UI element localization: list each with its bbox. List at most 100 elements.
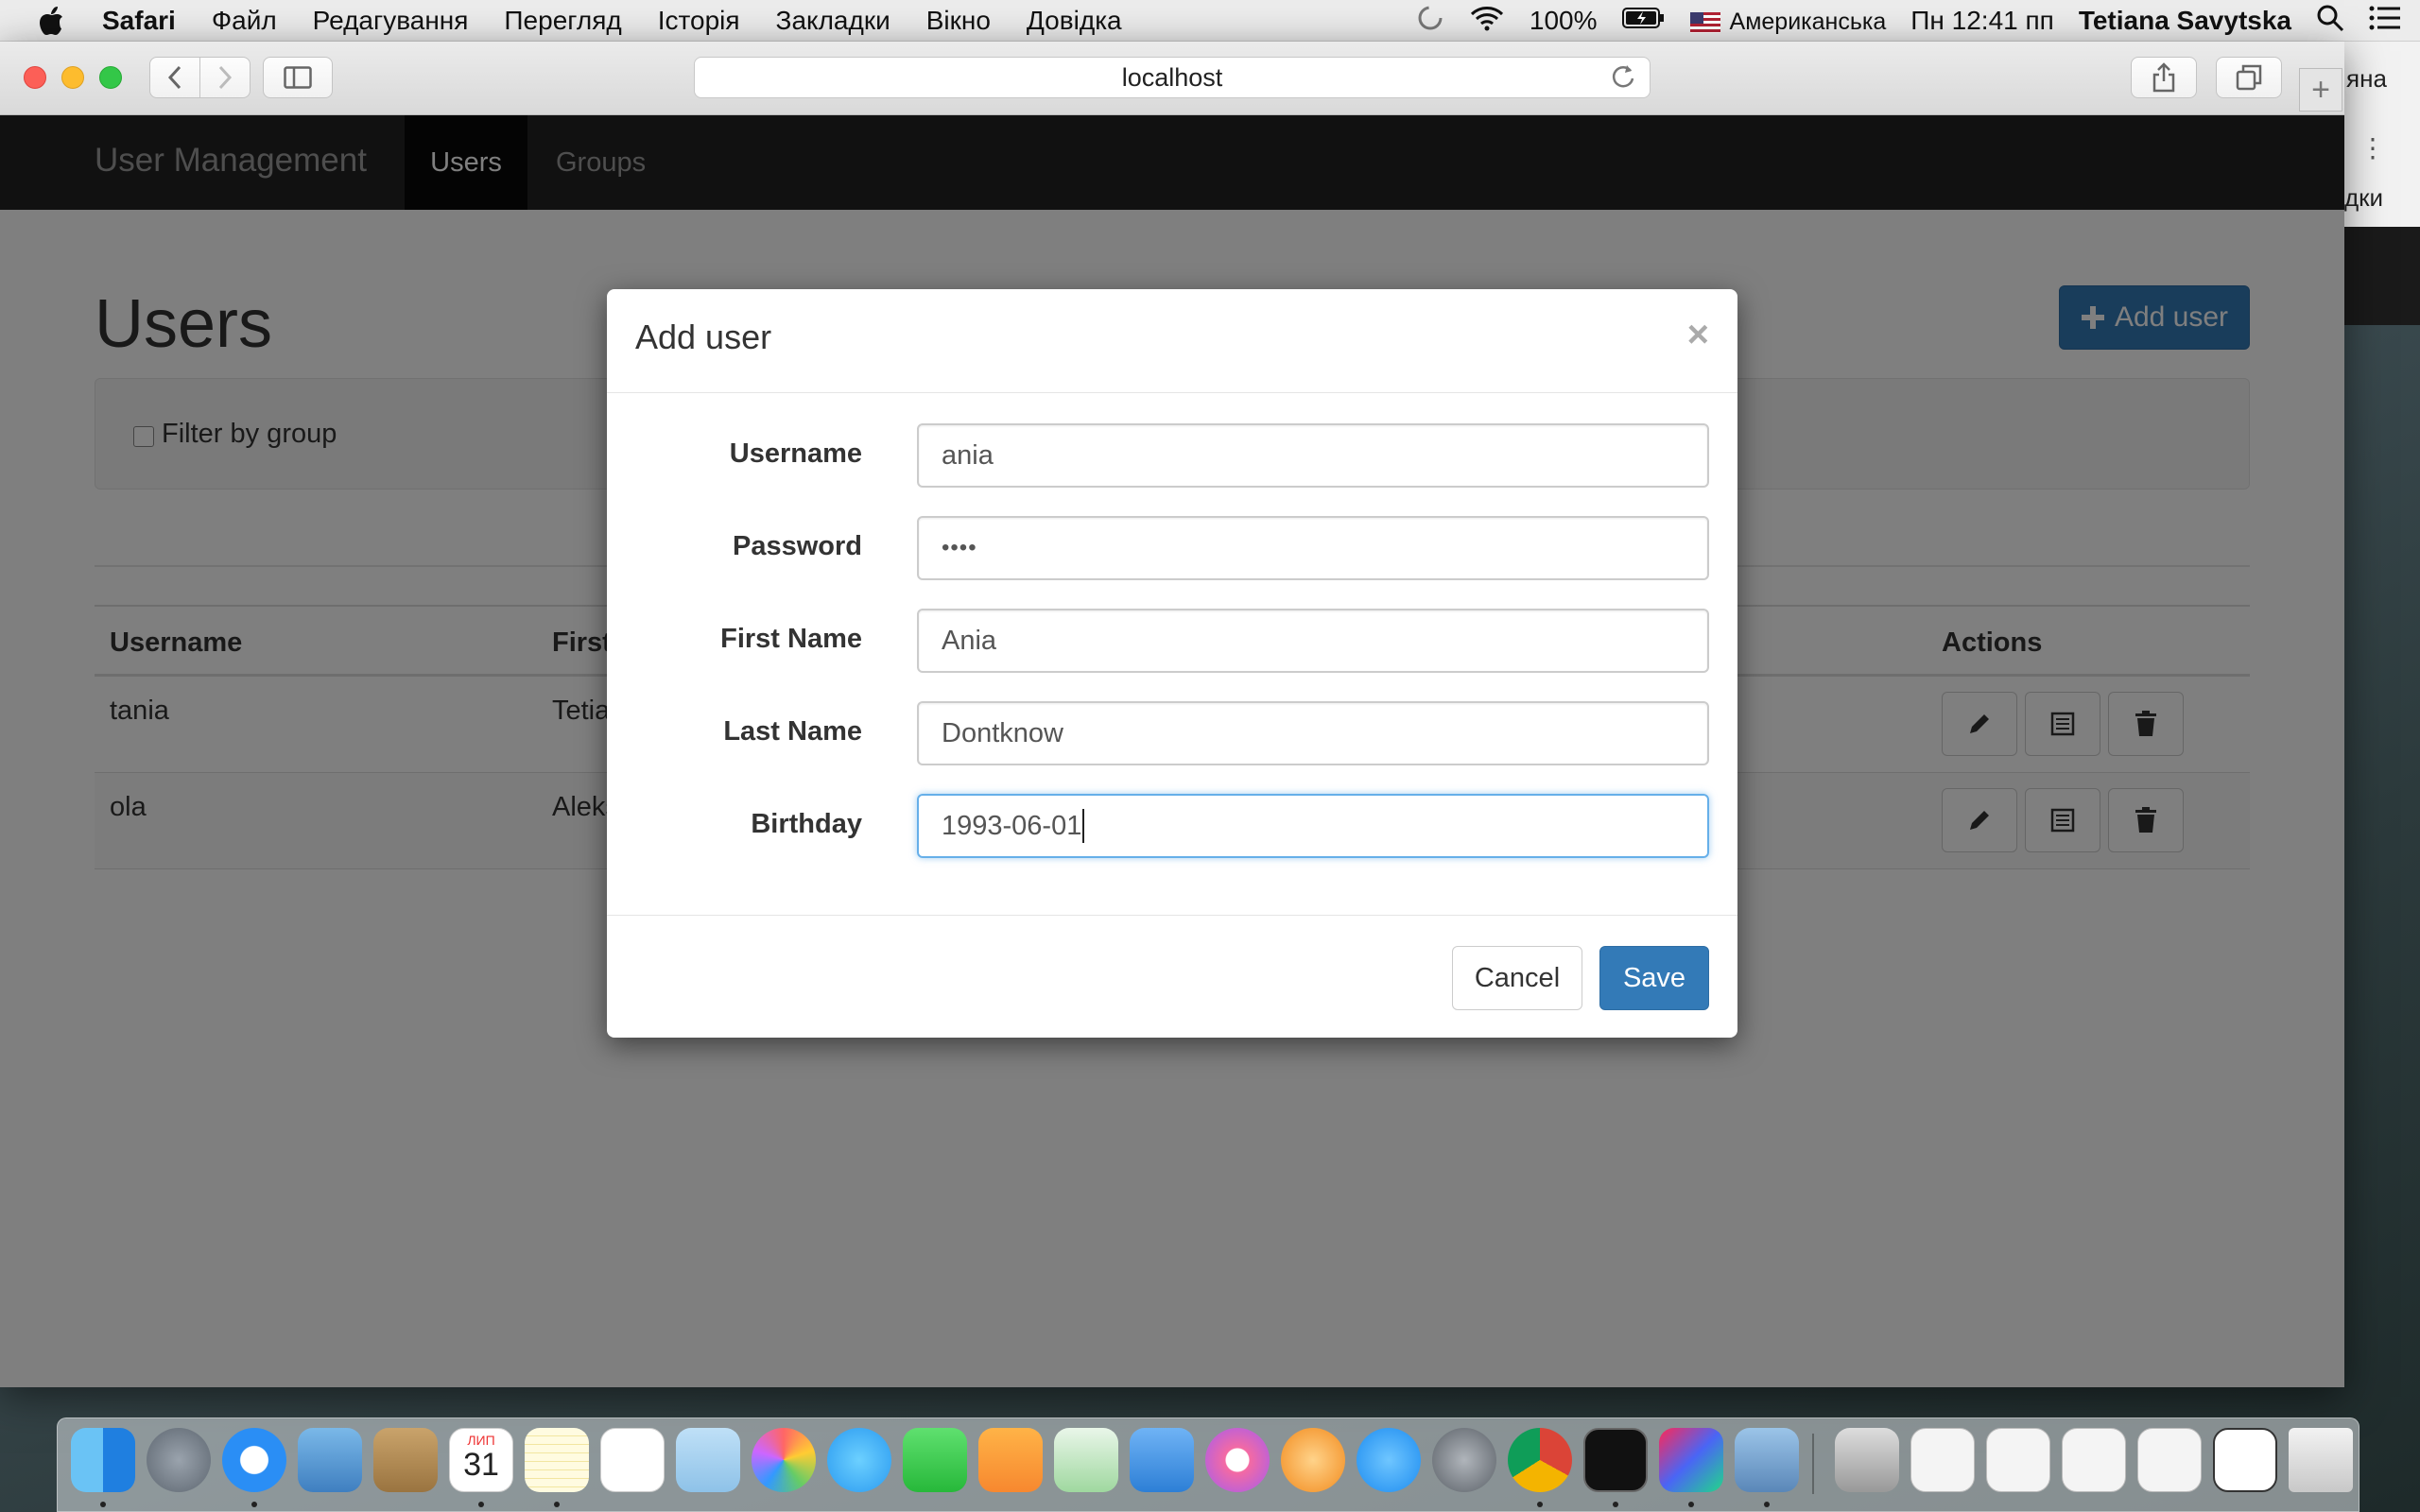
- plus-icon: +: [2311, 71, 2330, 108]
- window-minimize-button[interactable]: [61, 66, 84, 89]
- address-text: localhost: [1121, 62, 1223, 92]
- password-label: Password: [733, 531, 862, 561]
- last-name-value: Dontknow: [942, 717, 1063, 748]
- running-indicator: [478, 1502, 484, 1507]
- minimized-window-thumbnail[interactable]: [2062, 1428, 2126, 1492]
- calendar-icon[interactable]: ЛИП 31: [449, 1428, 513, 1492]
- form-row-username: Username ania: [607, 423, 1737, 488]
- terminal-icon[interactable]: [1583, 1428, 1648, 1492]
- notes-icon[interactable]: [525, 1428, 589, 1492]
- ibooks-icon[interactable]: [1281, 1428, 1345, 1492]
- trash-icon[interactable]: [2289, 1428, 2353, 1492]
- sidebar-toggle-button[interactable]: [263, 57, 333, 98]
- menu-edit[interactable]: Редагування: [313, 6, 469, 36]
- password-value: ••••: [942, 535, 977, 560]
- cancel-button[interactable]: Cancel: [1452, 946, 1582, 1010]
- minimized-window-thumbnail[interactable]: [2137, 1428, 2202, 1492]
- calendar-day: 31: [463, 1447, 499, 1483]
- notification-center-icon[interactable]: [2369, 6, 2401, 37]
- close-icon[interactable]: ×: [1687, 314, 1709, 356]
- birthday-value: 1993-06-01: [942, 810, 1082, 841]
- share-button[interactable]: [2131, 57, 2197, 98]
- window-zoom-button[interactable]: [99, 66, 122, 89]
- window-close-button[interactable]: [24, 66, 46, 89]
- menu-history[interactable]: Історія: [658, 6, 740, 36]
- modal-footer: Cancel Save: [607, 915, 1737, 1038]
- running-indicator: [1764, 1502, 1770, 1507]
- menu-bookmarks[interactable]: Закладки: [776, 6, 890, 36]
- user-menu[interactable]: Tetiana Savytska: [2079, 6, 2291, 36]
- background-window-dark-area: [2344, 227, 2420, 325]
- modal-header: Add user ×: [607, 289, 1737, 393]
- menu-view[interactable]: Перегляд: [504, 6, 621, 36]
- apple-icon[interactable]: [38, 6, 76, 35]
- address-bar[interactable]: localhost: [694, 57, 1651, 98]
- launchpad-icon[interactable]: [147, 1428, 211, 1492]
- pages-icon[interactable]: [978, 1428, 1043, 1492]
- sidebar-icon: [284, 66, 312, 89]
- add-user-modal: Add user × Username ania Password •••• F…: [607, 289, 1737, 1038]
- running-indicator: [100, 1502, 106, 1507]
- menu-help[interactable]: Довідка: [1027, 6, 1122, 36]
- facetime-icon[interactable]: [903, 1428, 967, 1492]
- menu-file[interactable]: Файл: [212, 6, 277, 36]
- new-tab-button[interactable]: +: [2299, 68, 2342, 112]
- back-button[interactable]: [149, 57, 200, 98]
- intellij-icon[interactable]: [1659, 1428, 1723, 1492]
- form-row-last-name: Last Name Dontknow: [607, 701, 1737, 765]
- minimized-window-thumbnail[interactable]: [1910, 1428, 1975, 1492]
- input-source[interactable]: Американська: [1689, 6, 1886, 36]
- chevron-left-icon: [167, 65, 182, 90]
- photos-icon[interactable]: [752, 1428, 816, 1492]
- reload-icon[interactable]: [1610, 63, 1636, 96]
- itunes-icon[interactable]: [1205, 1428, 1270, 1492]
- calendar-widget-icon[interactable]: [676, 1428, 740, 1492]
- running-indicator: [1688, 1502, 1694, 1507]
- modal-title: Add user: [635, 318, 772, 356]
- finder-icon[interactable]: [71, 1428, 135, 1492]
- preview-icon[interactable]: [1735, 1428, 1799, 1492]
- wifi-icon[interactable]: [1469, 5, 1505, 38]
- chrome-icon[interactable]: [1508, 1428, 1572, 1492]
- minimized-window-thumbnail[interactable]: [1986, 1428, 2050, 1492]
- numbers-icon[interactable]: [1054, 1428, 1118, 1492]
- spotlight-icon[interactable]: [2316, 4, 2344, 39]
- safari-icon[interactable]: [222, 1428, 286, 1492]
- username-value: ania: [942, 439, 994, 471]
- cancel-label: Cancel: [1474, 962, 1561, 993]
- password-input[interactable]: ••••: [917, 516, 1709, 580]
- clock[interactable]: Пн 12:41 пп: [1910, 6, 2054, 36]
- system-preferences-icon[interactable]: [1432, 1428, 1496, 1492]
- last-name-input[interactable]: Dontknow: [917, 701, 1709, 765]
- app-store-icon[interactable]: [1357, 1428, 1421, 1492]
- first-name-input[interactable]: Ania: [917, 609, 1709, 673]
- battery-icon[interactable]: [1621, 6, 1666, 36]
- us-flag-icon: [1689, 11, 1720, 33]
- chevron-right-icon: [218, 65, 233, 90]
- background-window-text: яна: [2346, 64, 2387, 93]
- downloads-stack-icon[interactable]: [1835, 1428, 1899, 1492]
- running-indicator: [1613, 1502, 1618, 1507]
- safari-window: localhost + User Management Users Groups…: [0, 42, 2344, 1387]
- menu-app-name[interactable]: Safari: [102, 6, 176, 36]
- menu-window[interactable]: Вікно: [926, 6, 991, 36]
- more-icon: ⋮: [2360, 133, 2386, 163]
- messages-icon[interactable]: [827, 1428, 891, 1492]
- battery-percent[interactable]: 100%: [1530, 6, 1598, 36]
- background-window[interactable]: яна ⋮ дки: [2344, 42, 2420, 325]
- reminders-icon[interactable]: [600, 1428, 665, 1492]
- save-button[interactable]: Save: [1599, 946, 1709, 1010]
- dock-separator: [1812, 1434, 1814, 1494]
- forward-button[interactable]: [199, 57, 251, 98]
- contacts-icon[interactable]: [373, 1428, 438, 1492]
- mail-icon[interactable]: [298, 1428, 362, 1492]
- sync-icon[interactable]: [1416, 4, 1444, 39]
- keynote-icon[interactable]: [1130, 1428, 1194, 1492]
- running-indicator: [554, 1502, 560, 1507]
- form-row-password: Password ••••: [607, 516, 1737, 580]
- minimized-window-thumbnail[interactable]: [2213, 1428, 2277, 1492]
- username-input[interactable]: ania: [917, 423, 1709, 488]
- tab-overview-button[interactable]: [2216, 57, 2282, 98]
- birthday-input[interactable]: 1993-06-01: [917, 794, 1709, 858]
- form-row-birthday: Birthday 1993-06-01: [607, 794, 1737, 858]
